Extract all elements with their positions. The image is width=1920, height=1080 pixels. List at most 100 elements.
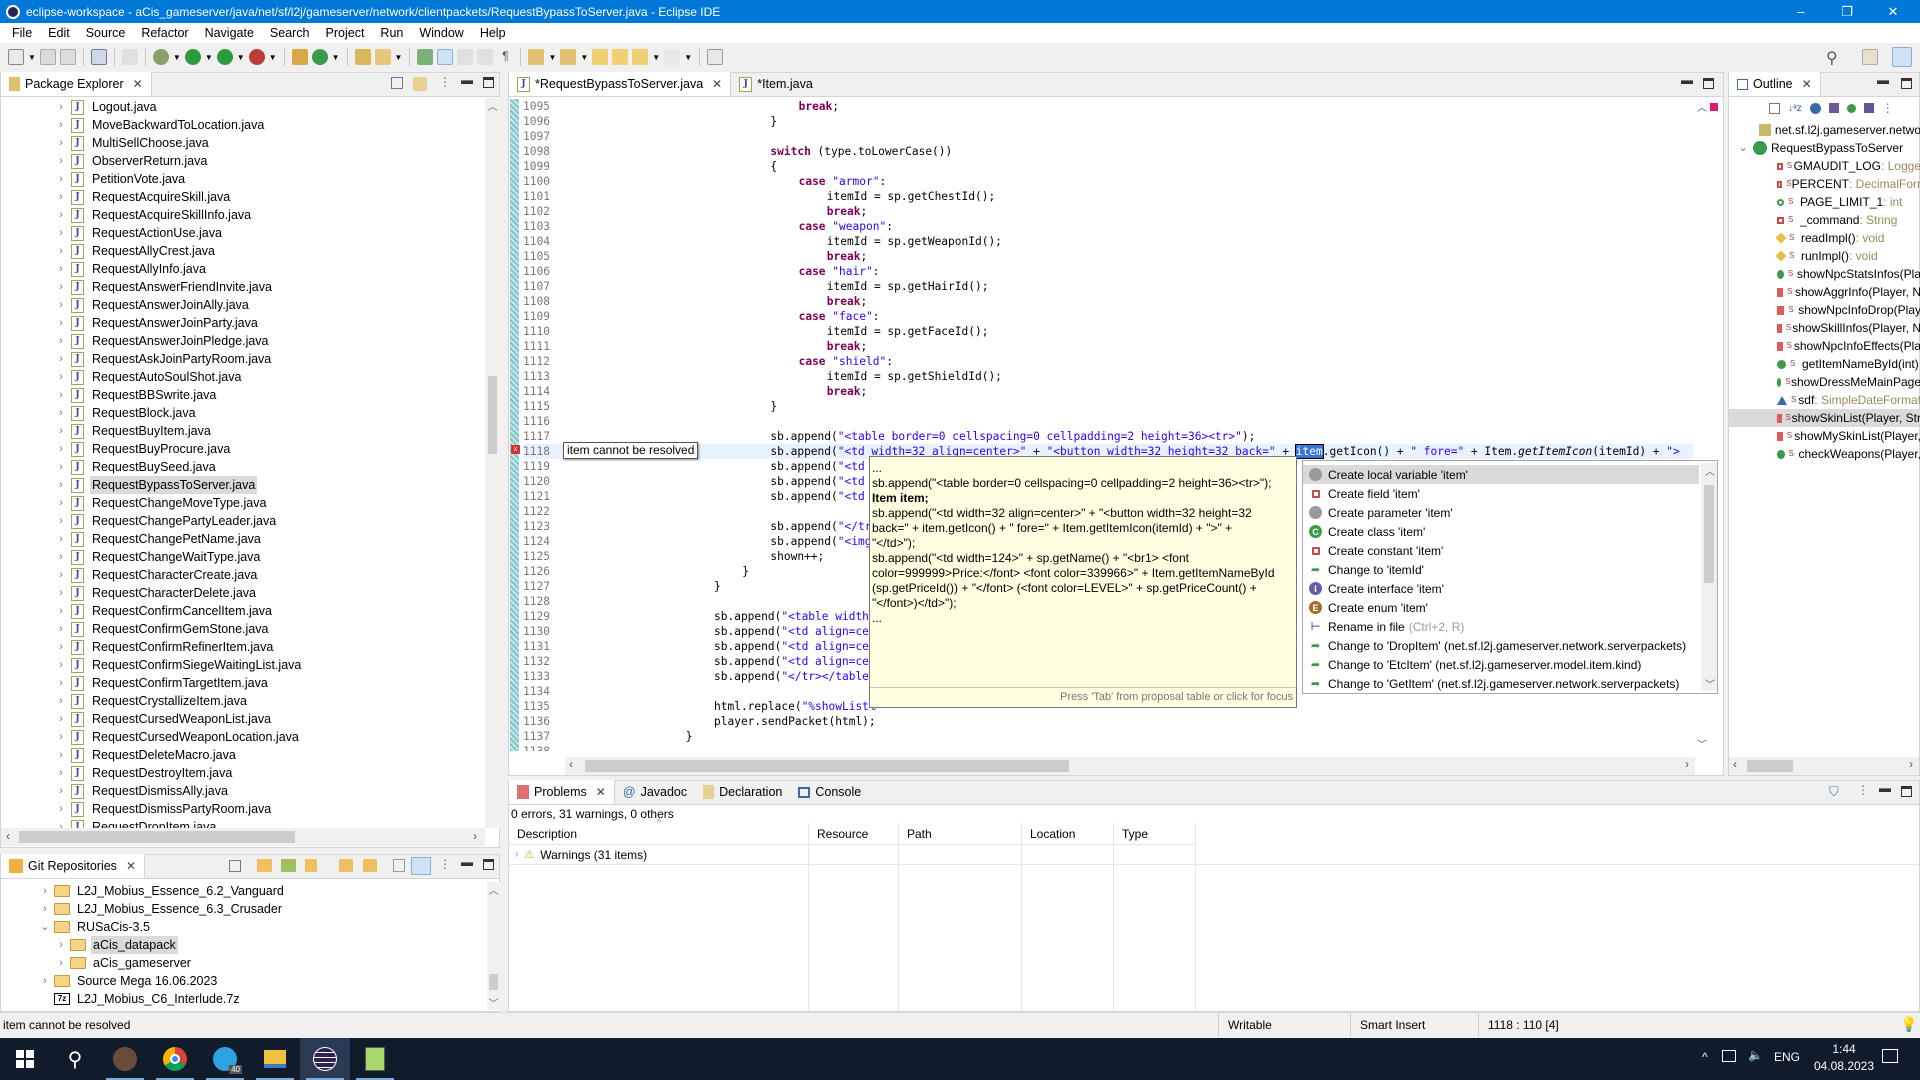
hide-fields-icon[interactable] xyxy=(1809,102,1821,114)
close-icon[interactable]: ✕ xyxy=(126,859,136,873)
code-line[interactable]: 1109 case "face": xyxy=(523,309,1693,324)
expand-chevron-icon[interactable]: › xyxy=(55,224,67,242)
expand-chevron-icon[interactable]: › xyxy=(55,332,67,350)
code-line[interactable]: 1108 break; xyxy=(523,294,1693,309)
expand-chevron-icon[interactable]: › xyxy=(55,404,67,422)
expand-chevron-icon[interactable]: › xyxy=(55,936,67,954)
expand-chevron-icon[interactable]: › xyxy=(55,512,67,530)
close-tab-icon[interactable]: ✕ xyxy=(712,77,722,91)
show-details-icon[interactable] xyxy=(411,857,431,875)
expand-chevron-icon[interactable]: › xyxy=(55,170,67,188)
tab-request-bypass-to-server[interactable]: J *RequestBypassToServer.java ✕ xyxy=(509,72,732,96)
expand-chevron-icon[interactable]: › xyxy=(55,530,67,548)
expand-chevron-icon[interactable]: › xyxy=(55,764,67,782)
pin-editor-icon[interactable] xyxy=(707,49,724,65)
clock-time[interactable]: 1:44 xyxy=(1812,1042,1876,1056)
outline-item[interactable]: S _command : String xyxy=(1729,211,1920,229)
tab-outline[interactable]: Outline ✕ xyxy=(1729,72,1821,96)
tip-lightbulb-icon[interactable]: 💡 xyxy=(1900,1016,1917,1033)
git-repository-item[interactable]: › Source Mega 16.06.2023 xyxy=(39,972,485,990)
search-icon-tb[interactable] xyxy=(374,49,391,65)
git-vscroll[interactable]: ︿ ﹀ xyxy=(487,882,500,1010)
package-explorer-item[interactable]: › J RequestDropItem.java xyxy=(55,818,485,828)
taskbar-app-telegram[interactable]: 40 xyxy=(200,1038,250,1080)
save-icon[interactable] xyxy=(39,49,56,65)
view-menu-icon[interactable]: ⋮ xyxy=(439,857,451,871)
package-explorer-item[interactable]: › J RequestCursedWeaponList.java xyxy=(55,710,485,728)
open-type-icon[interactable] xyxy=(354,49,371,65)
collapse-all-icon[interactable] xyxy=(1769,102,1780,114)
add-repository-icon[interactable] xyxy=(257,859,272,872)
code-line[interactable]: 1137} xyxy=(523,729,1693,744)
code-line[interactable]: 1099{ xyxy=(523,159,1693,174)
package-explorer-item[interactable]: › J MoveBackwardToLocation.java xyxy=(55,116,485,134)
code-line[interactable]: 1115} xyxy=(523,399,1693,414)
code-line[interactable]: 1138 xyxy=(523,744,1693,751)
expand-chevron-icon[interactable]: › xyxy=(55,710,67,728)
notifications-icon[interactable] xyxy=(1882,1049,1898,1063)
expand-chevron-icon[interactable]: › xyxy=(55,548,67,566)
table-row[interactable]: › ⚠ Warnings (31 items) xyxy=(509,845,1919,865)
expand-chevron-icon[interactable]: › xyxy=(55,242,67,260)
quickfix-proposal[interactable]: ➦ Change to 'EtcItem' (net.sf.l2j.gameser… xyxy=(1303,655,1699,674)
show-whitespace-icon[interactable]: ¶ xyxy=(497,49,513,65)
maximize-view-icon[interactable] xyxy=(1901,78,1912,89)
expand-chevron-icon[interactable]: › xyxy=(55,602,67,620)
outline-item[interactable]: SreadImpl() : void xyxy=(1729,229,1920,247)
package-explorer-item[interactable]: › J RequestChangeWaitType.java xyxy=(55,548,485,566)
package-explorer-item[interactable]: › J RequestConfirmTargetItem.java xyxy=(55,674,485,692)
expand-chevron-icon[interactable]: › xyxy=(55,278,67,296)
package-explorer-item[interactable]: › J PetitionVote.java xyxy=(55,170,485,188)
expand-chevron-icon[interactable]: › xyxy=(55,368,67,386)
expand-chevron-icon[interactable]: › xyxy=(55,98,67,116)
outline-item[interactable]: SshowDressMeMainPage xyxy=(1729,373,1920,391)
expand-chevron-icon[interactable]: › xyxy=(55,476,67,494)
coverage-icon[interactable] xyxy=(216,49,233,65)
scroll-thumb[interactable] xyxy=(488,376,497,454)
start-button[interactable] xyxy=(0,1038,50,1080)
maximize-view-icon[interactable] xyxy=(483,77,494,88)
forward-icon[interactable] xyxy=(632,49,649,65)
expand-chevron-icon[interactable]: › xyxy=(55,134,67,152)
package-explorer-item[interactable]: › J RequestAnswerJoinParty.java xyxy=(55,314,485,332)
quickfix-proposal[interactable]: Create field 'item' xyxy=(1303,484,1699,503)
outline-item[interactable]: SshowNpcInfoDrop(Play xyxy=(1729,301,1920,319)
code-line[interactable]: 1095 break; xyxy=(523,99,1693,114)
hide-local-types-icon[interactable] xyxy=(1863,103,1874,113)
package-explorer-item[interactable]: › J RequestChangePetName.java xyxy=(55,530,485,548)
package-explorer-item[interactable]: › J RequestAllyInfo.java xyxy=(55,260,485,278)
expand-chevron-icon[interactable]: › xyxy=(55,260,67,278)
code-line[interactable]: 1107 itemId = sp.getHairId(); xyxy=(523,279,1693,294)
menu-run[interactable]: Run xyxy=(372,26,411,40)
hide-static-icon[interactable] xyxy=(1828,103,1839,113)
quickfix-proposal[interactable]: ➦ Change to 'itemId' xyxy=(1303,560,1699,579)
quickfix-proposal[interactable]: Create parameter 'item' xyxy=(1303,503,1699,522)
toggle-word-wrap-icon[interactable] xyxy=(477,49,494,65)
expand-chevron-icon[interactable]: › xyxy=(55,746,67,764)
package-explorer-item[interactable]: › J RequestAskJoinPartyRoom.java xyxy=(55,350,485,368)
package-explorer-item[interactable]: › J RequestBuyProcure.java xyxy=(55,440,485,458)
expand-chevron-icon[interactable]: › xyxy=(55,116,67,134)
expand-chevron-icon[interactable]: › xyxy=(55,314,67,332)
package-explorer-item[interactable]: › J RequestCharacterDelete.java xyxy=(55,584,485,602)
column-type[interactable]: Type xyxy=(1114,823,1196,845)
code-line[interactable]: 1103 case "weapon": xyxy=(523,219,1693,234)
maximize-editor-icon[interactable] xyxy=(1703,78,1714,89)
code-line[interactable]: 1110 itemId = sp.getFaceId(); xyxy=(523,324,1693,339)
outline-item[interactable]: SshowSkinList(Player, Str xyxy=(1729,409,1920,427)
package-explorer-item[interactable]: › J RequestCharacterCreate.java xyxy=(55,566,485,584)
code-line[interactable]: 1101 itemId = sp.getChestId(); xyxy=(523,189,1693,204)
expand-chevron-icon[interactable]: › xyxy=(55,620,67,638)
open-perspective-icon[interactable] xyxy=(1862,49,1878,65)
block-selection-icon[interactable] xyxy=(457,49,474,65)
skip-breakpoints-icon[interactable] xyxy=(121,49,138,65)
menu-navigate[interactable]: Navigate xyxy=(197,26,262,40)
expand-chevron-icon[interactable]: › xyxy=(55,458,67,476)
maximize-view-icon[interactable] xyxy=(1901,786,1912,797)
minimize-view-icon[interactable]: ▬ xyxy=(1877,73,1889,87)
outline-item[interactable]: S PERCENT : DecimalForr xyxy=(1729,175,1920,193)
code-line[interactable]: 1117 sb.append("<table border=0 cellspaci… xyxy=(523,429,1693,444)
menu-source[interactable]: Source xyxy=(78,26,134,40)
expand-chevron-icon[interactable]: › xyxy=(55,674,67,692)
package-explorer-item[interactable]: › J RequestDestroyItem.java xyxy=(55,764,485,782)
